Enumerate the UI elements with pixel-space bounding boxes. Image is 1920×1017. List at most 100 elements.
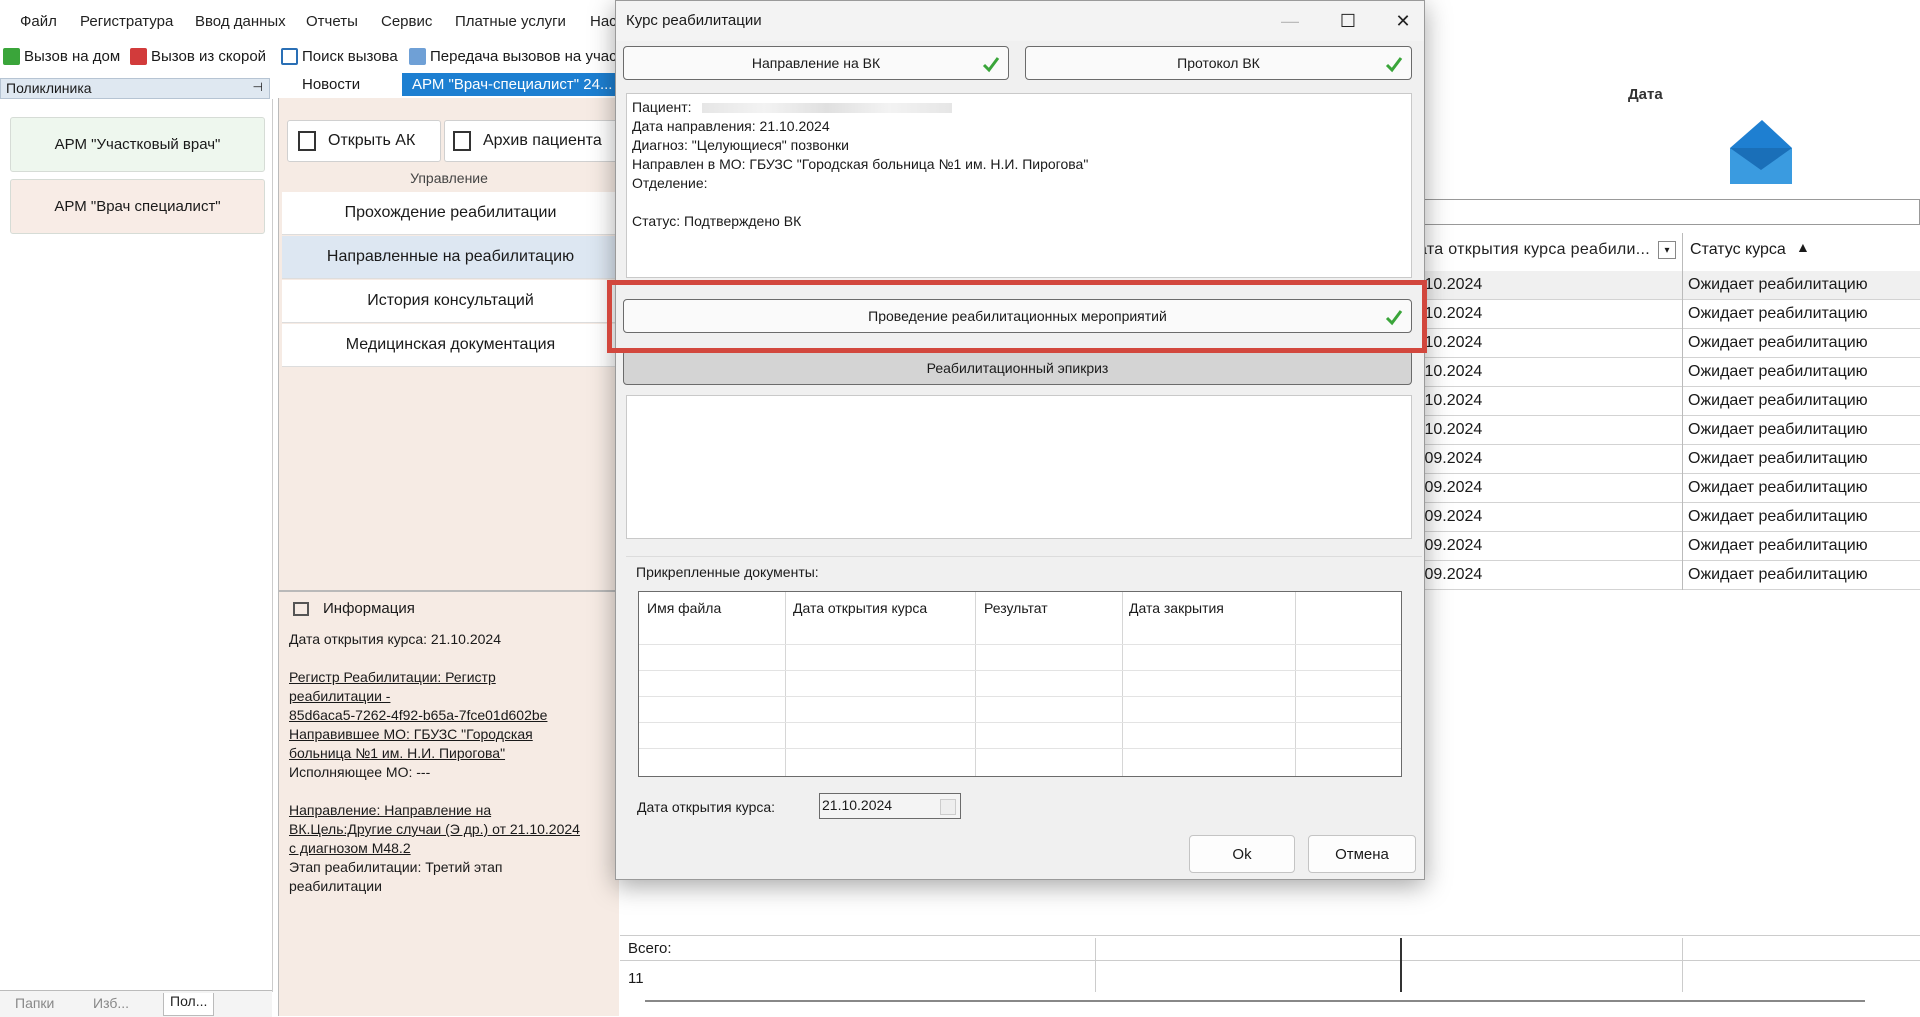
menu-reports[interactable]: Отчеты	[306, 13, 358, 30]
vk-protocol-button[interactable]: Протокол ВК	[1025, 46, 1412, 80]
horizontal-scrollbar[interactable]	[645, 1000, 1865, 1002]
info-direction-link-2[interactable]: ВК.Цель:Другие случаи (Э др.) от 21.10.2…	[289, 820, 609, 839]
ok-button[interactable]: Ok	[1189, 835, 1295, 873]
rehab-epicrisis-button[interactable]: Реабилитационный эпикриз	[623, 350, 1412, 385]
patient-archive-button[interactable]: Архив пациента	[444, 120, 620, 162]
info-stage-2: реабилитации	[289, 878, 382, 894]
open-ak-label: Открыть АК	[328, 132, 416, 149]
search-call-button[interactable]: Поиск вызова	[281, 46, 398, 66]
table-row[interactable]: .10.2024 Ожидает реабилитацию	[1418, 300, 1920, 329]
col-separator	[1682, 300, 1683, 329]
cell-status: Ожидает реабилитацию	[1688, 566, 1868, 583]
nav-label: Медицинская документация	[345, 336, 556, 353]
col-separator	[1682, 445, 1683, 474]
open-date-label: Дата открытия курса:	[637, 799, 776, 815]
tab-folders[interactable]: Папки	[15, 995, 54, 1011]
info-direction-link-1[interactable]: Направление: Направление на	[289, 801, 609, 820]
maximize-icon[interactable]: ☐	[1333, 7, 1363, 35]
cell-status: Ожидает реабилитацию	[1688, 508, 1868, 525]
transfer-icon	[409, 47, 426, 65]
patient-name-redacted	[701, 102, 952, 113]
open-ak-button[interactable]: Открыть АК	[287, 120, 441, 162]
cancel-button[interactable]: Отмена	[1308, 835, 1416, 873]
col-file-name[interactable]: Имя файла	[647, 600, 721, 616]
nav-medical-docs[interactable]: Медицинская документация	[282, 324, 619, 367]
check-icon	[3, 47, 20, 65]
tab-news[interactable]: Новости	[302, 76, 360, 93]
info-open-date: Дата открытия курса: 21.10.2024	[289, 631, 502, 647]
vk-protocol-label: Протокол ВК	[1177, 55, 1260, 71]
attached-docs-table[interactable]: Имя файла Дата открытия курса Результат …	[638, 591, 1402, 777]
cell-status: Ожидает реабилитацию	[1688, 305, 1868, 322]
ambulance-call-label: Вызов из скорой	[151, 47, 267, 65]
arm-district-doctor-button[interactable]: АРМ "Участковый врач"	[10, 117, 265, 172]
info-mo-link-2[interactable]: больница №1 им. Н.И. Пирогова"	[289, 744, 609, 763]
info-direction-link-3[interactable]: с диагнозом M48.2	[289, 839, 609, 858]
filter-dropdown-icon[interactable]: ▾	[1658, 241, 1676, 259]
arm-specialist-button[interactable]: АРМ "Врач специалист"	[10, 179, 265, 234]
dialog-title: Курс реабилитации	[626, 12, 762, 29]
search-bar[interactable]	[1418, 199, 1920, 225]
tab-arm-specialist[interactable]: АРМ "Врач-специалист" 24...	[402, 73, 616, 96]
sort-up-icon: ▲	[1796, 239, 1810, 255]
home-call-button[interactable]: Вызов на дом	[3, 46, 120, 66]
info-mo-link-1[interactable]: Направившее МО: ГБУЗС "Городская	[289, 725, 609, 744]
department: Отделение:	[632, 175, 708, 191]
col-course-open-date[interactable]: Дата открытия курса	[793, 600, 927, 616]
mail-icon[interactable]	[1700, 118, 1796, 186]
patient-archive-label: Архив пациента	[483, 132, 602, 149]
col-separator	[1682, 416, 1683, 445]
tab-clinic[interactable]: Пол...	[163, 993, 215, 1016]
info-register-link-1[interactable]: Регистр Реабилитации: Регистр	[289, 668, 609, 687]
transfer-calls-label: Передача вызовов на учас	[430, 47, 617, 65]
table-row[interactable]: .09.2024 Ожидает реабилитацию	[1418, 532, 1920, 561]
col-separator	[1682, 271, 1683, 300]
menu-file[interactable]: Файл	[20, 13, 57, 30]
menu-settings[interactable]: Нас	[590, 13, 617, 30]
menu-paid-services[interactable]: Платные услуги	[455, 13, 566, 30]
col-result[interactable]: Результат	[984, 600, 1048, 616]
table-row[interactable]: .09.2024 Ожидает реабилитацию	[1418, 474, 1920, 503]
menu-registry[interactable]: Регистратура	[80, 13, 173, 30]
calendar-icon[interactable]	[940, 799, 956, 815]
vk-direction-button[interactable]: Направление на ВК	[623, 46, 1009, 80]
table-row[interactable]: .10.2024 Ожидает реабилитацию	[1418, 329, 1920, 358]
arm-specialist-label: АРМ "Врач специалист"	[54, 198, 221, 215]
cell-open-date: .10.2024	[1420, 421, 1483, 438]
col-open-date-header[interactable]: ата открытия курса реабили...	[1418, 241, 1650, 259]
open-date-field[interactable]: 21.10.2024	[819, 793, 961, 819]
left-panel-title: Поликлиника	[6, 80, 92, 96]
cell-open-date: .09.2024	[1420, 479, 1483, 496]
direction-date: Дата направления: 21.10.2024	[632, 118, 830, 134]
col-status-header[interactable]: Статус курса	[1690, 241, 1786, 259]
table-row[interactable]: .10.2024 Ожидает реабилитацию	[1418, 387, 1920, 416]
close-icon[interactable]: ✕	[1388, 7, 1418, 35]
table-row[interactable]: .09.2024 Ожидает реабилитацию	[1418, 445, 1920, 474]
table-row[interactable]: .09.2024 Ожидает реабилитацию	[1418, 561, 1920, 590]
cell-open-date: .09.2024	[1420, 450, 1483, 467]
table-row[interactable]: .09.2024 Ожидает реабилитацию	[1418, 503, 1920, 532]
table-row[interactable]: .10.2024 Ожидает реабилитацию	[1418, 358, 1920, 387]
table-row[interactable]: .10.2024 Ожидает реабилитацию	[1418, 416, 1920, 445]
menu-data-input[interactable]: Ввод данных	[195, 13, 286, 30]
col-close-date[interactable]: Дата закрытия	[1129, 600, 1224, 616]
transfer-calls-button[interactable]: Передача вызовов на учас	[409, 46, 617, 66]
col-separator	[1682, 532, 1683, 561]
row-separator	[639, 696, 1401, 697]
ambulance-call-button[interactable]: Вызов из скорой	[130, 46, 266, 66]
minimize-icon[interactable]: —	[1275, 7, 1305, 35]
tab-favorites[interactable]: Изб...	[93, 995, 129, 1011]
pin-icon[interactable]: ⊣	[253, 80, 263, 94]
document-tabs: Новости АРМ "Врач-специалист" 24...	[276, 73, 616, 98]
info-register-link-3[interactable]: 85d6aca5-7262-4f92-b65a-7fce01d602be	[289, 706, 609, 725]
sent-to-mo: Направлен в МО: ГБУЗС "Городская больниц…	[632, 156, 1089, 172]
col-separator	[1095, 938, 1096, 992]
home-call-label: Вызов на дом	[24, 47, 121, 65]
highlight-frame	[607, 280, 1427, 353]
table-row[interactable]: .10.2024 Ожидает реабилитацию	[1418, 271, 1920, 300]
nav-rehab-passing[interactable]: Прохождение реабилитации	[282, 192, 619, 235]
nav-directed-rehab[interactable]: Направленные на реабилитацию	[282, 236, 619, 279]
menu-service[interactable]: Сервис	[381, 13, 432, 30]
nav-consult-history[interactable]: История консультаций	[282, 280, 619, 323]
info-register-link-2[interactable]: реабилитации -	[289, 687, 609, 706]
